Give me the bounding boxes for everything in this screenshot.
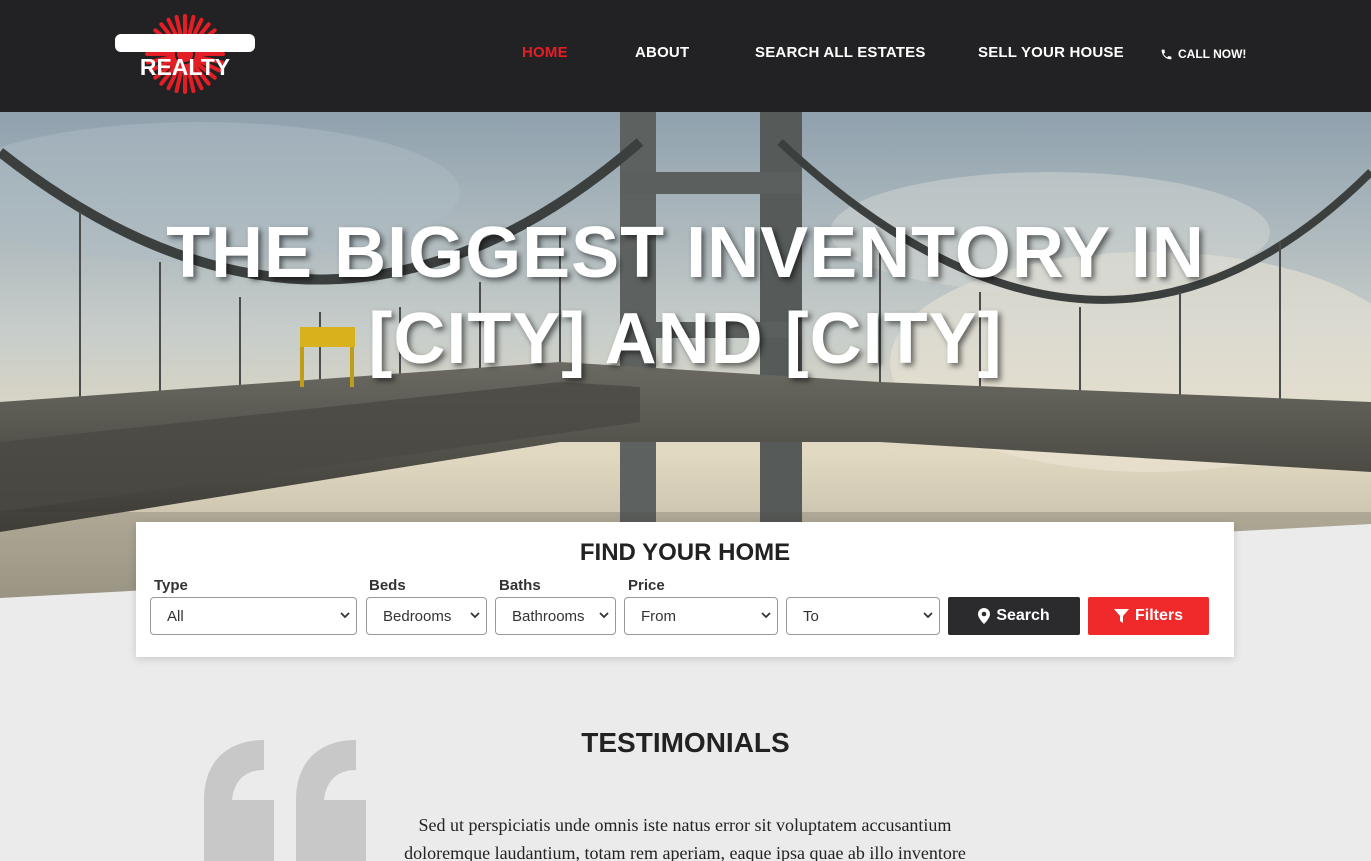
site-header: REALTY HOME ABOUT SEARCH ALL ESTATES SEL… bbox=[0, 0, 1371, 112]
nav-sell-your-house[interactable]: SELL YOUR HOUSE bbox=[978, 44, 1124, 61]
type-label: Type bbox=[154, 577, 188, 594]
price-to-select[interactable]: To bbox=[786, 597, 940, 635]
search-panel: FIND YOUR HOME Type All Beds Bedrooms Ba… bbox=[136, 522, 1234, 657]
type-select-value: All bbox=[167, 607, 184, 625]
filters-button[interactable]: Filters bbox=[1088, 597, 1209, 635]
call-now-label: CALL NOW! bbox=[1178, 47, 1247, 61]
price-label: Price bbox=[628, 577, 665, 594]
beds-select-value: Bedrooms bbox=[383, 607, 452, 625]
beds-select[interactable]: Bedrooms bbox=[366, 597, 487, 635]
baths-select[interactable]: Bathrooms bbox=[495, 597, 616, 635]
baths-select-value: Bathrooms bbox=[512, 607, 585, 625]
site-logo[interactable]: REALTY bbox=[115, 14, 255, 96]
testimonial-line-1: Sed ut perspiciatis unde omnis iste natu… bbox=[418, 815, 952, 835]
nav-about[interactable]: ABOUT bbox=[635, 44, 689, 61]
phone-icon bbox=[1161, 49, 1172, 59]
testimonial-text: Sed ut perspiciatis unde omnis iste natu… bbox=[340, 811, 1030, 861]
call-now-link[interactable]: CALL NOW! bbox=[1160, 47, 1246, 61]
logo-text: REALTY bbox=[139, 54, 231, 80]
baths-label: Baths bbox=[499, 577, 541, 594]
filter-icon bbox=[1113, 608, 1129, 623]
filters-button-label: Filters bbox=[1134, 607, 1183, 624]
price-from-value: From bbox=[641, 607, 676, 625]
chevron-down-icon bbox=[761, 612, 771, 619]
nav-home[interactable]: HOME bbox=[522, 44, 568, 61]
price-from-select[interactable]: From bbox=[624, 597, 778, 635]
search-panel-title: FIND YOUR HOME bbox=[579, 539, 791, 566]
type-select[interactable]: All bbox=[150, 597, 357, 635]
beds-label: Beds bbox=[369, 577, 406, 594]
testimonials-title: TESTIMONIALS bbox=[581, 727, 790, 758]
search-button-label: Search bbox=[996, 607, 1050, 624]
chevron-down-icon bbox=[599, 612, 609, 619]
chevron-down-icon bbox=[470, 612, 480, 619]
search-button[interactable]: Search bbox=[948, 597, 1080, 635]
chevron-down-icon bbox=[340, 612, 350, 619]
nav-search-all-estates[interactable]: SEARCH ALL ESTATES bbox=[755, 44, 926, 61]
map-marker-icon bbox=[978, 608, 991, 624]
testimonial-line-2: doloremque laudantium, totam rem aperiam… bbox=[404, 843, 966, 861]
price-to-value: To bbox=[803, 607, 819, 625]
chevron-down-icon bbox=[923, 612, 933, 619]
